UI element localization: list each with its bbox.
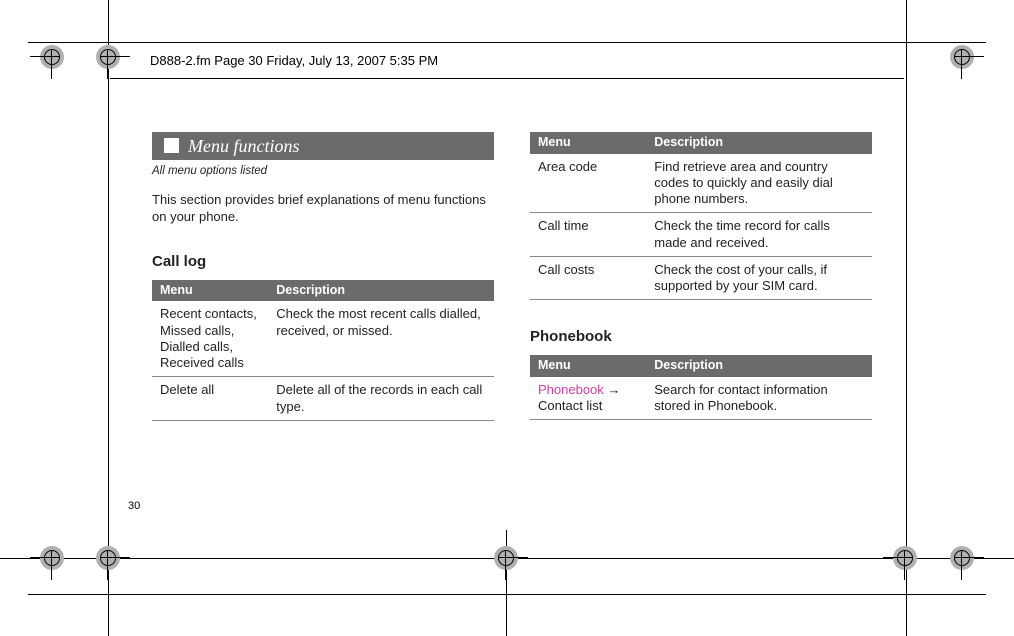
- phonebook-highlight: Phonebook: [538, 382, 604, 397]
- right-rule: [906, 0, 907, 636]
- cell-desc: Check the cost of your calls, if support…: [646, 256, 872, 300]
- reg-mark-icon: [96, 45, 120, 69]
- reg-mark-icon: [96, 546, 120, 570]
- table-row: Delete all Delete all of the records in …: [152, 377, 494, 421]
- section-banner: Menu functions: [152, 132, 494, 160]
- header-text: D888-2.fm Page 30 Friday, July 13, 2007 …: [150, 53, 438, 68]
- reg-mark-icon: [40, 45, 64, 69]
- page-number: 30: [128, 500, 140, 512]
- cell-menu: Call time: [530, 213, 646, 257]
- bottom-rule: [28, 594, 986, 595]
- cell-menu: Area code: [530, 154, 646, 213]
- reg-mark-icon: [950, 45, 974, 69]
- reg-mark-icon: [893, 546, 917, 570]
- table-row: Area code Find retrieve area and country…: [530, 154, 872, 213]
- phonebook-table: Menu Description Phonebook → Contact lis…: [530, 355, 872, 420]
- reg-mark-icon: [494, 546, 518, 570]
- table-row: Phonebook → Contact list Search for cont…: [530, 377, 872, 420]
- square-icon: [164, 138, 179, 153]
- table-row: Call costs Check the cost of your calls,…: [530, 256, 872, 300]
- reg-mark-icon: [950, 546, 974, 570]
- th-menu: Menu: [530, 132, 646, 154]
- cell-menu: Phonebook → Contact list: [530, 377, 646, 420]
- cell-desc: Find retrieve area and country codes to …: [646, 154, 872, 213]
- intro-paragraph: This section provides brief explanations…: [152, 192, 494, 225]
- phonebook-tail: Contact list: [538, 398, 602, 413]
- header-underline: [110, 78, 904, 79]
- cell-desc: Check the time record for calls made and…: [646, 213, 872, 257]
- cell-menu: Recent contacts, Missed calls, Dialled c…: [152, 301, 268, 377]
- cell-menu: Delete all: [152, 377, 268, 421]
- table-row: Call time Check the time record for call…: [530, 213, 872, 257]
- call-log-table: Menu Description Recent contacts, Missed…: [152, 280, 494, 421]
- th-description: Description: [646, 355, 872, 377]
- left-rule: [108, 0, 109, 636]
- top-rule: [28, 42, 986, 43]
- th-menu: Menu: [152, 280, 268, 302]
- th-description: Description: [268, 280, 494, 302]
- cell-desc: Delete all of the records in each call t…: [268, 377, 494, 421]
- right-column: Menu Description Area code Find retrieve…: [530, 132, 872, 421]
- page-body: Menu functions All menu options listed T…: [152, 132, 872, 421]
- banner-subtitle: All menu options listed: [152, 164, 494, 178]
- cell-menu: Call costs: [530, 256, 646, 300]
- call-log-heading: Call log: [152, 253, 494, 272]
- th-description: Description: [646, 132, 872, 154]
- arrow-icon: →: [607, 382, 620, 397]
- th-menu: Menu: [530, 355, 646, 377]
- reg-mark-icon: [40, 546, 64, 570]
- phonebook-heading: Phonebook: [530, 328, 872, 347]
- cell-desc: Check the most recent calls dialled, rec…: [268, 301, 494, 377]
- left-column: Menu functions All menu options listed T…: [152, 132, 494, 421]
- table-row: Recent contacts, Missed calls, Dialled c…: [152, 301, 494, 377]
- call-log-cont-table: Menu Description Area code Find retrieve…: [530, 132, 872, 300]
- cell-desc: Search for contact information stored in…: [646, 377, 872, 420]
- banner-title: Menu functions: [188, 135, 299, 158]
